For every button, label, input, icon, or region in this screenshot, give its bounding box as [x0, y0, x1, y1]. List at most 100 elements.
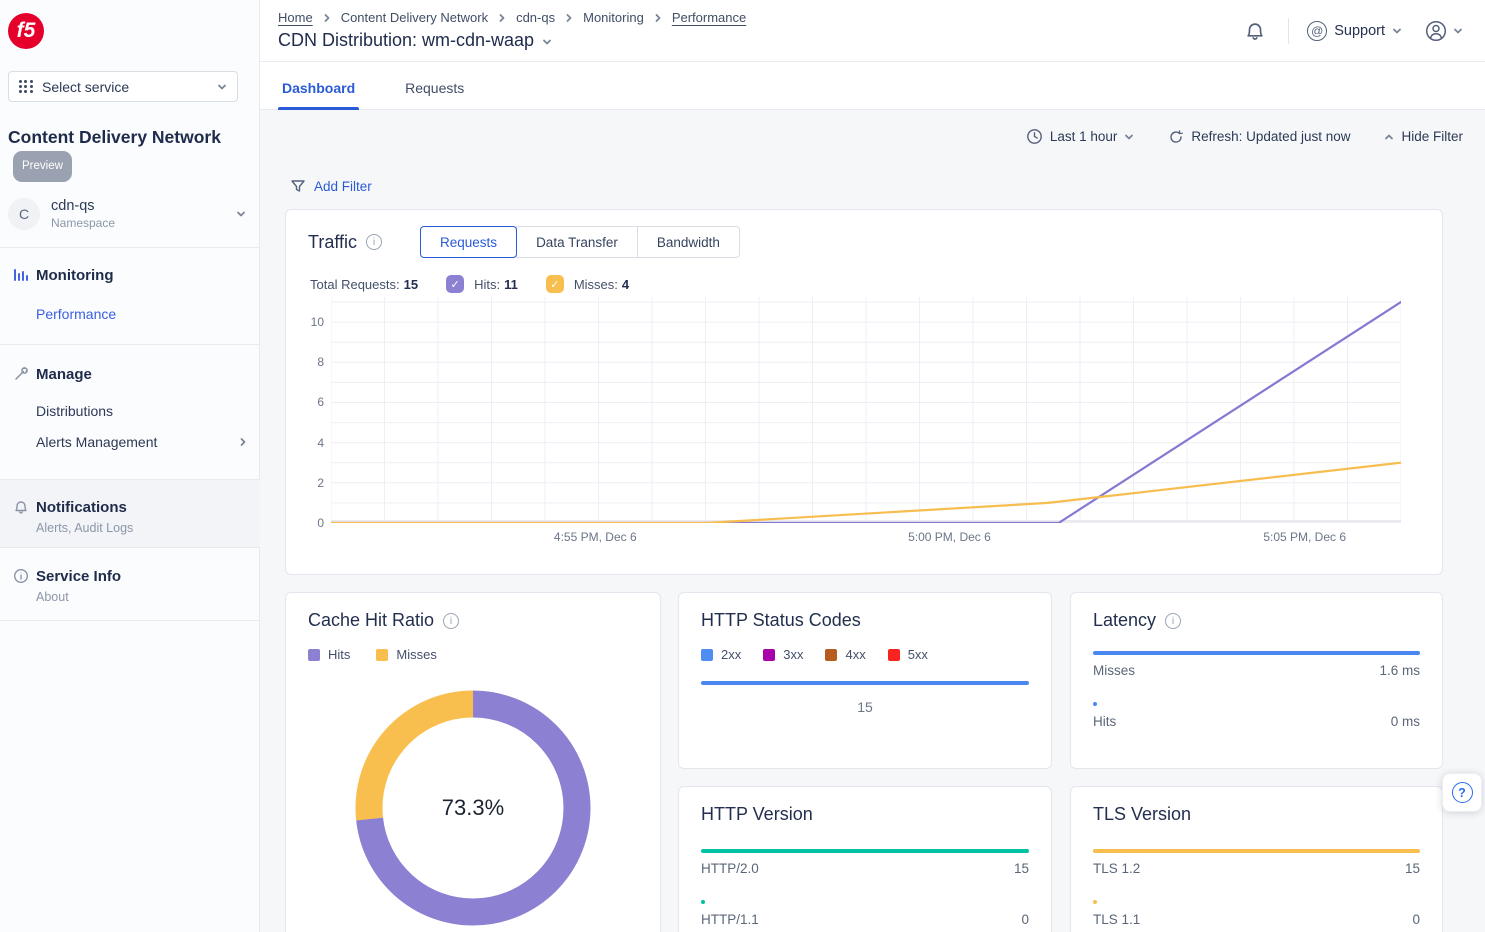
latency-hits-row: Hits 0 ms: [1093, 714, 1420, 729]
wrench-icon: [12, 366, 30, 382]
hits-checkbox[interactable]: ✓: [446, 275, 464, 293]
sidebar-divider: [0, 247, 260, 248]
breadcrumb-performance[interactable]: Performance: [672, 10, 746, 25]
sidebar-section-notifications[interactable]: Notifications Alerts, Audit Logs: [0, 479, 260, 548]
page-title[interactable]: CDN Distribution: wm-cdn-waap: [278, 30, 552, 51]
traffic-tab-bandwidth[interactable]: Bandwidth: [637, 226, 740, 258]
latency-misses-value: 1.6 ms: [1379, 663, 1420, 678]
traffic-stats-row: Total Requests:15 ✓ Hits:11 ✓ Misses:4: [310, 275, 1442, 293]
refresh-button[interactable]: Refresh: Updated just now: [1168, 129, 1350, 145]
header-divider: [1288, 18, 1289, 44]
chevron-right-icon: [238, 437, 248, 447]
cache-hit-ratio-card: Cache Hit Ratio i Hits Misses 73.3%: [285, 592, 661, 932]
sidebar-item-distributions[interactable]: Distributions: [36, 403, 260, 419]
tls-version-title-text: TLS Version: [1093, 804, 1191, 825]
http-status-codes-title-text: HTTP Status Codes: [701, 610, 861, 631]
breadcrumb-separator-icon: [564, 13, 574, 23]
traffic-metric-tabs: Requests Data Transfer Bandwidth: [420, 226, 740, 258]
sidebar-item-alerts-management[interactable]: Alerts Management: [36, 434, 248, 450]
hide-filter-label: Hide Filter: [1401, 129, 1463, 144]
http2-row: HTTP/2.0 15: [701, 861, 1029, 876]
stat-total-requests: Total Requests: 15: [310, 277, 418, 292]
time-range-selector[interactable]: Last 1 hour: [1026, 128, 1135, 145]
tls11-label: TLS 1.1: [1093, 912, 1140, 927]
y-tick-label: 4: [317, 436, 324, 450]
namespace-avatar: C: [8, 198, 40, 230]
account-menu[interactable]: [1420, 15, 1467, 47]
tab-dashboard[interactable]: Dashboard: [278, 68, 359, 109]
hits-swatch: [308, 649, 320, 661]
traffic-tab-data-transfer[interactable]: Data Transfer: [516, 226, 638, 258]
sidebar-item-monitoring[interactable]: Monitoring: [36, 267, 113, 284]
misses-swatch: [376, 649, 388, 661]
hits-label: Hits:: [474, 277, 500, 292]
namespace-type-label: Namespace: [51, 216, 236, 230]
filter-bar: Last 1 hour Refresh: Updated just now Hi…: [1026, 128, 1463, 145]
tls-version-title: TLS Version: [1093, 804, 1420, 825]
http11-label: HTTP/1.1: [701, 912, 759, 927]
namespace-selector[interactable]: C cdn-qs Namespace: [0, 190, 260, 238]
legend-5xx-label: 5xx: [908, 647, 928, 662]
breadcrumb-monitoring: Monitoring: [583, 10, 644, 25]
chevron-down-icon: [1392, 26, 1402, 36]
legend-4xx-label: 4xx: [845, 647, 865, 662]
add-filter-label: Add Filter: [314, 179, 372, 194]
breadcrumb: Home Content Delivery Network cdn-qs Mon…: [278, 10, 746, 25]
main-area: Home Content Delivery Network cdn-qs Mon…: [260, 0, 1485, 932]
y-tick-label: 0: [317, 516, 324, 530]
notifications-bell-button[interactable]: [1240, 16, 1270, 46]
total-requests-label: Total Requests:: [310, 277, 400, 292]
breadcrumb-home[interactable]: Home: [278, 10, 313, 25]
misses-label: Misses:: [574, 277, 618, 292]
support-menu[interactable]: @ Support: [1307, 21, 1402, 41]
total-requests-value: 15: [404, 277, 418, 292]
chevron-down-icon: [542, 37, 552, 47]
info-icon[interactable]: i: [443, 613, 459, 629]
chevron-up-icon: [1384, 132, 1394, 142]
latency-misses-bar: [1093, 651, 1420, 655]
legend-3xx-label: 3xx: [783, 647, 803, 662]
info-icon[interactable]: i: [366, 234, 382, 250]
add-filter-button[interactable]: Add Filter: [290, 178, 372, 194]
select-service-dropdown[interactable]: Select service: [8, 71, 238, 102]
page-tabs: Dashboard Requests: [260, 62, 1485, 110]
3xx-swatch: [763, 649, 775, 661]
hide-filter-button[interactable]: Hide Filter: [1384, 129, 1463, 144]
breadcrumb-cdn: Content Delivery Network: [341, 10, 488, 25]
cache-legend: Hits Misses: [308, 647, 638, 662]
4xx-swatch: [825, 649, 837, 661]
tab-requests[interactable]: Requests: [401, 68, 468, 109]
http-status-codes-title: HTTP Status Codes: [701, 610, 1029, 631]
service-info-sublabel: About: [36, 590, 260, 604]
y-tick-label: 2: [317, 476, 324, 490]
y-tick-label: 8: [317, 355, 324, 369]
cache-hit-percentage: 73.3%: [353, 688, 593, 928]
sidebar-item-manage[interactable]: Manage: [36, 366, 92, 383]
sidebar-item-performance[interactable]: Performance: [36, 306, 260, 322]
traffic-card-title: Traffic i: [308, 232, 382, 253]
info-circle-icon: [12, 568, 30, 584]
sidebar-section-service-info[interactable]: Service Info About: [0, 565, 260, 604]
latency-card: Latency i Misses 1.6 ms Hits 0 ms: [1070, 592, 1443, 769]
sidebar: f5 Select service Content Delivery Netwo…: [0, 0, 260, 932]
notifications-label: Notifications: [36, 499, 127, 516]
legend-hits-label: Hits: [328, 647, 350, 662]
http-version-title: HTTP Version: [701, 804, 1029, 825]
chevron-down-icon: [1124, 132, 1134, 142]
info-icon[interactable]: i: [1165, 613, 1181, 629]
http-status-codes-card: HTTP Status Codes 2xx 3xx 4xx 5xx 15: [678, 592, 1052, 769]
traffic-y-axis: 0246810: [294, 297, 324, 523]
help-button[interactable]: ?: [1442, 773, 1482, 812]
y-tick-label: 10: [311, 315, 324, 329]
f5-logo: f5: [8, 13, 44, 49]
misses-checkbox[interactable]: ✓: [546, 275, 564, 293]
monitoring-bars-icon: [12, 267, 30, 283]
breadcrumb-separator-icon: [497, 13, 507, 23]
cache-hit-ratio-title-text: Cache Hit Ratio: [308, 610, 434, 631]
traffic-tab-requests[interactable]: Requests: [420, 226, 517, 258]
x-tick-label: 4:55 PM, Dec 6: [554, 530, 637, 544]
funnel-icon: [290, 178, 306, 194]
http-version-title-text: HTTP Version: [701, 804, 813, 825]
status-codes-legend: 2xx 3xx 4xx 5xx: [701, 647, 1029, 662]
traffic-card: Traffic i Requests Data Transfer Bandwid…: [285, 209, 1443, 575]
